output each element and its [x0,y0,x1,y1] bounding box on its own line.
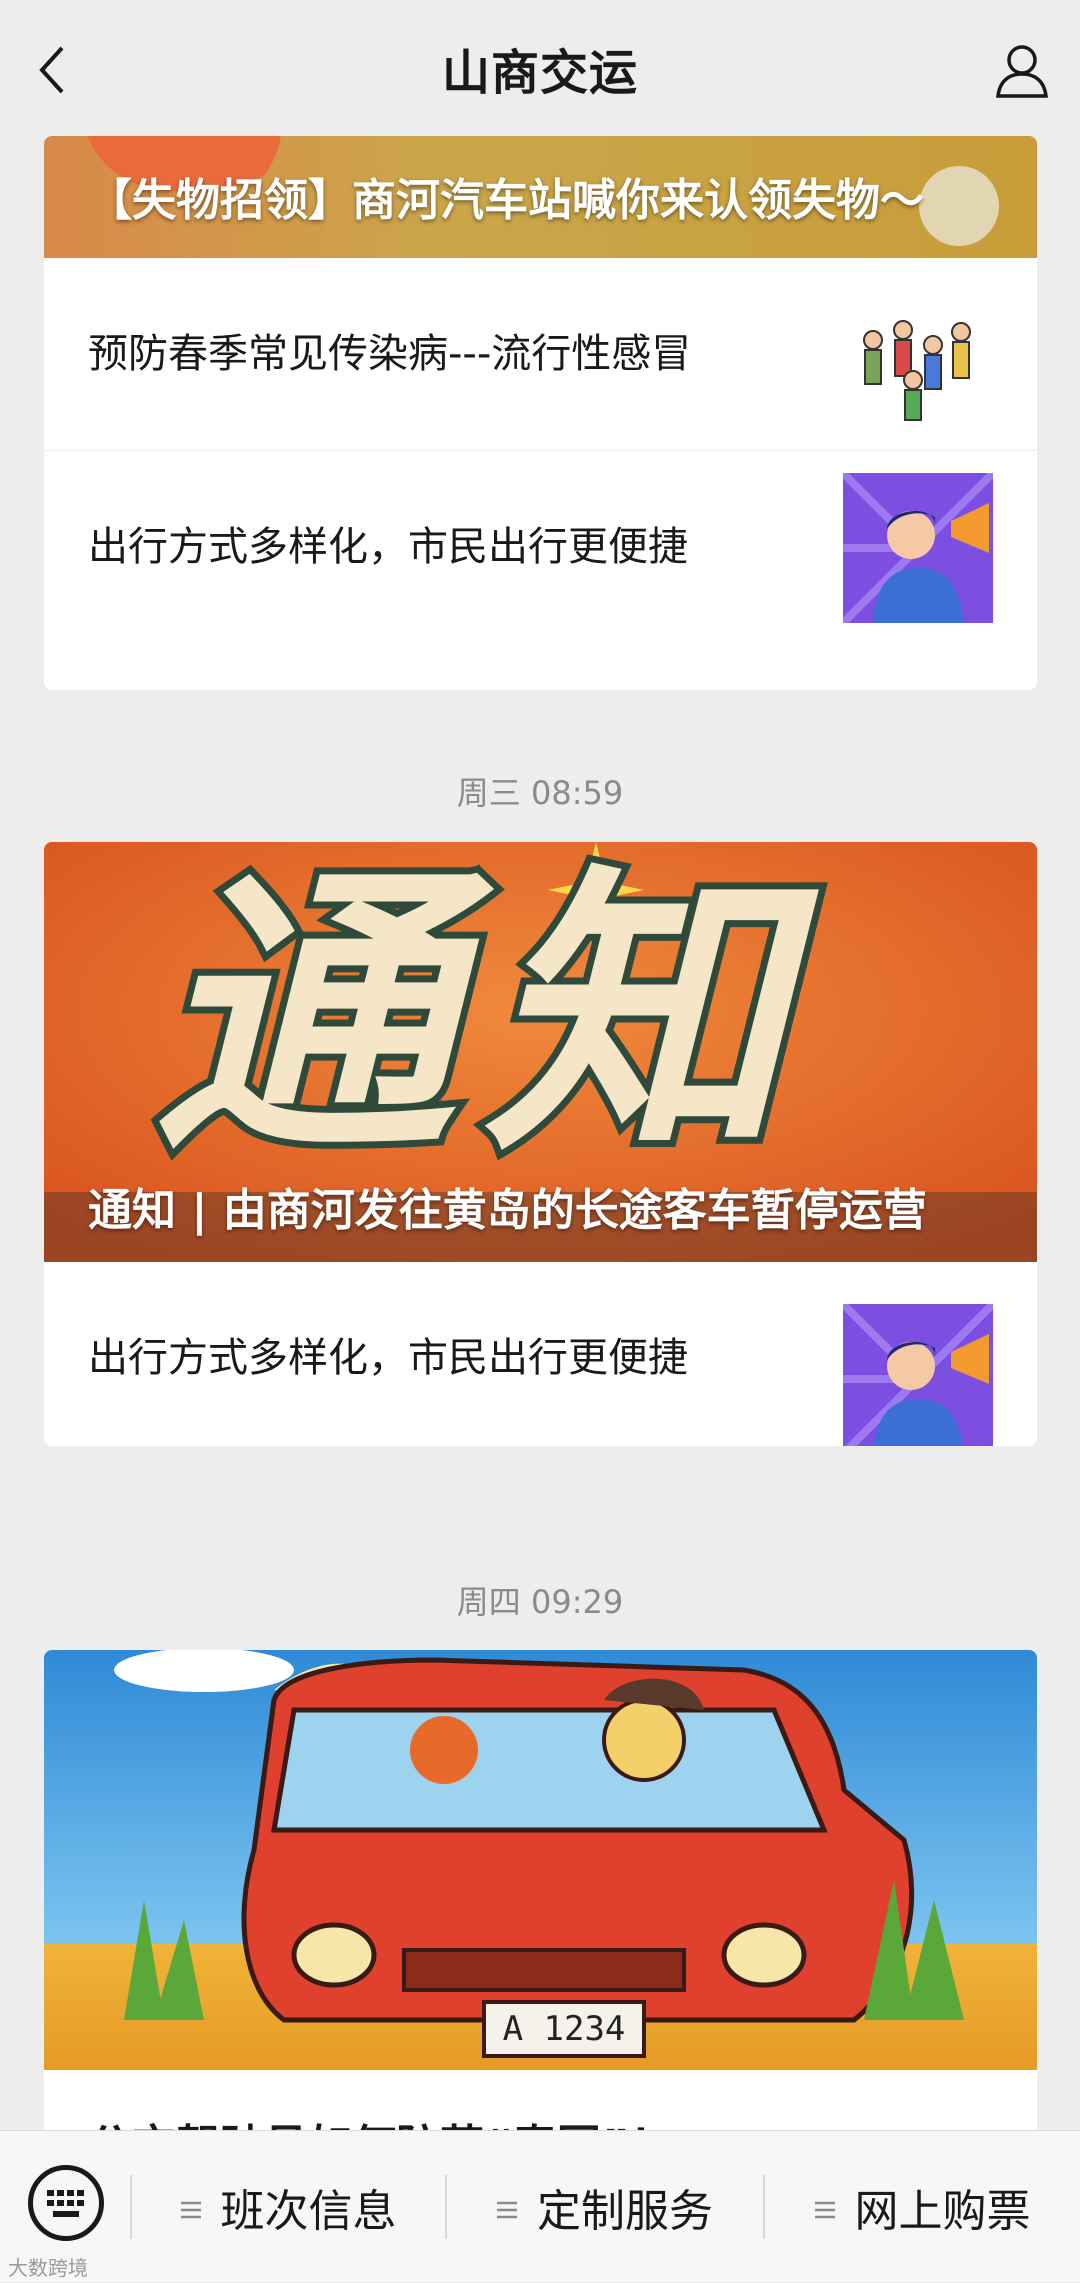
menu-label: 网上购票 [854,2186,1031,2237]
article-card: 【失物招领】商河汽车站喊你来认领失物～ 预防春季常见传染病---流行性感冒 出行… [44,136,1037,690]
watermark: 大数跨境 [8,2256,88,2280]
notice-big-text: 通知 [147,842,814,1191]
license-plate: A 1234 [502,2009,626,2049]
article-cover[interactable]: 通知 通知 | 由商河发往黄岛的长途客车暂停运营 [44,842,1037,1262]
nav-bar: 山商交运 [0,0,1080,136]
article-item[interactable]: 预防春季常见传染病---流行性感冒 [44,258,1037,450]
article-item[interactable]: 出行方式多样化，市民出行更便捷 [44,1262,1037,1446]
article-title: 出行方式多样化，市民出行更便捷 [88,1335,688,1381]
article-item[interactable]: 出行方式多样化，市民出行更便捷 [44,450,1037,642]
menu-list-icon [179,2182,203,2233]
megaphone-man-image [843,473,993,623]
menu-label: 定制服务 [537,2186,713,2237]
article-title: 预防春季常见传染病---流行性感冒 [88,331,692,377]
article-card: 通知 通知 | 由商河发往黄岛的长途客车暂停运营 出行方式多样化，市民出行更便捷 [44,842,1037,1446]
page-title: 山商交运 [441,45,638,101]
bottom-menu-bar: 班次信息 定制服务 网上购票 [0,2130,1080,2282]
menu-list-icon [813,2182,837,2233]
cover-caption: 【失物招领】商河汽车站喊你来认领失物～ [88,175,924,226]
menu-list-icon [495,2182,519,2233]
cover-caption: 通知 | 由商河发往黄岛的长途客车暂停运营 [88,1185,927,1236]
menu-schedule-info[interactable]: 班次信息 [130,2131,445,2283]
article-cover[interactable]: A 1234 [44,1650,1037,2070]
people-exercise-image [843,300,993,450]
menu-online-ticket[interactable]: 网上购票 [763,2131,1080,2283]
menu-label: 班次信息 [220,2186,397,2237]
back-icon[interactable] [34,44,74,96]
menu-custom-service[interactable]: 定制服务 [445,2131,763,2283]
article-title: 出行方式多样化，市民出行更便捷 [88,524,688,570]
keyboard-toggle-icon[interactable] [28,2165,104,2241]
megaphone-man-image [843,1304,993,1446]
profile-icon[interactable] [992,40,1052,100]
article-card: A 1234 公交驾驶员如何防范“春困”！ [44,1650,1037,2170]
message-time: 周四 09:29 [456,1583,624,1621]
message-time: 周三 08:59 [456,774,624,812]
article-cover[interactable]: 【失物招领】商河汽车站喊你来认领失物～ [44,136,1037,258]
